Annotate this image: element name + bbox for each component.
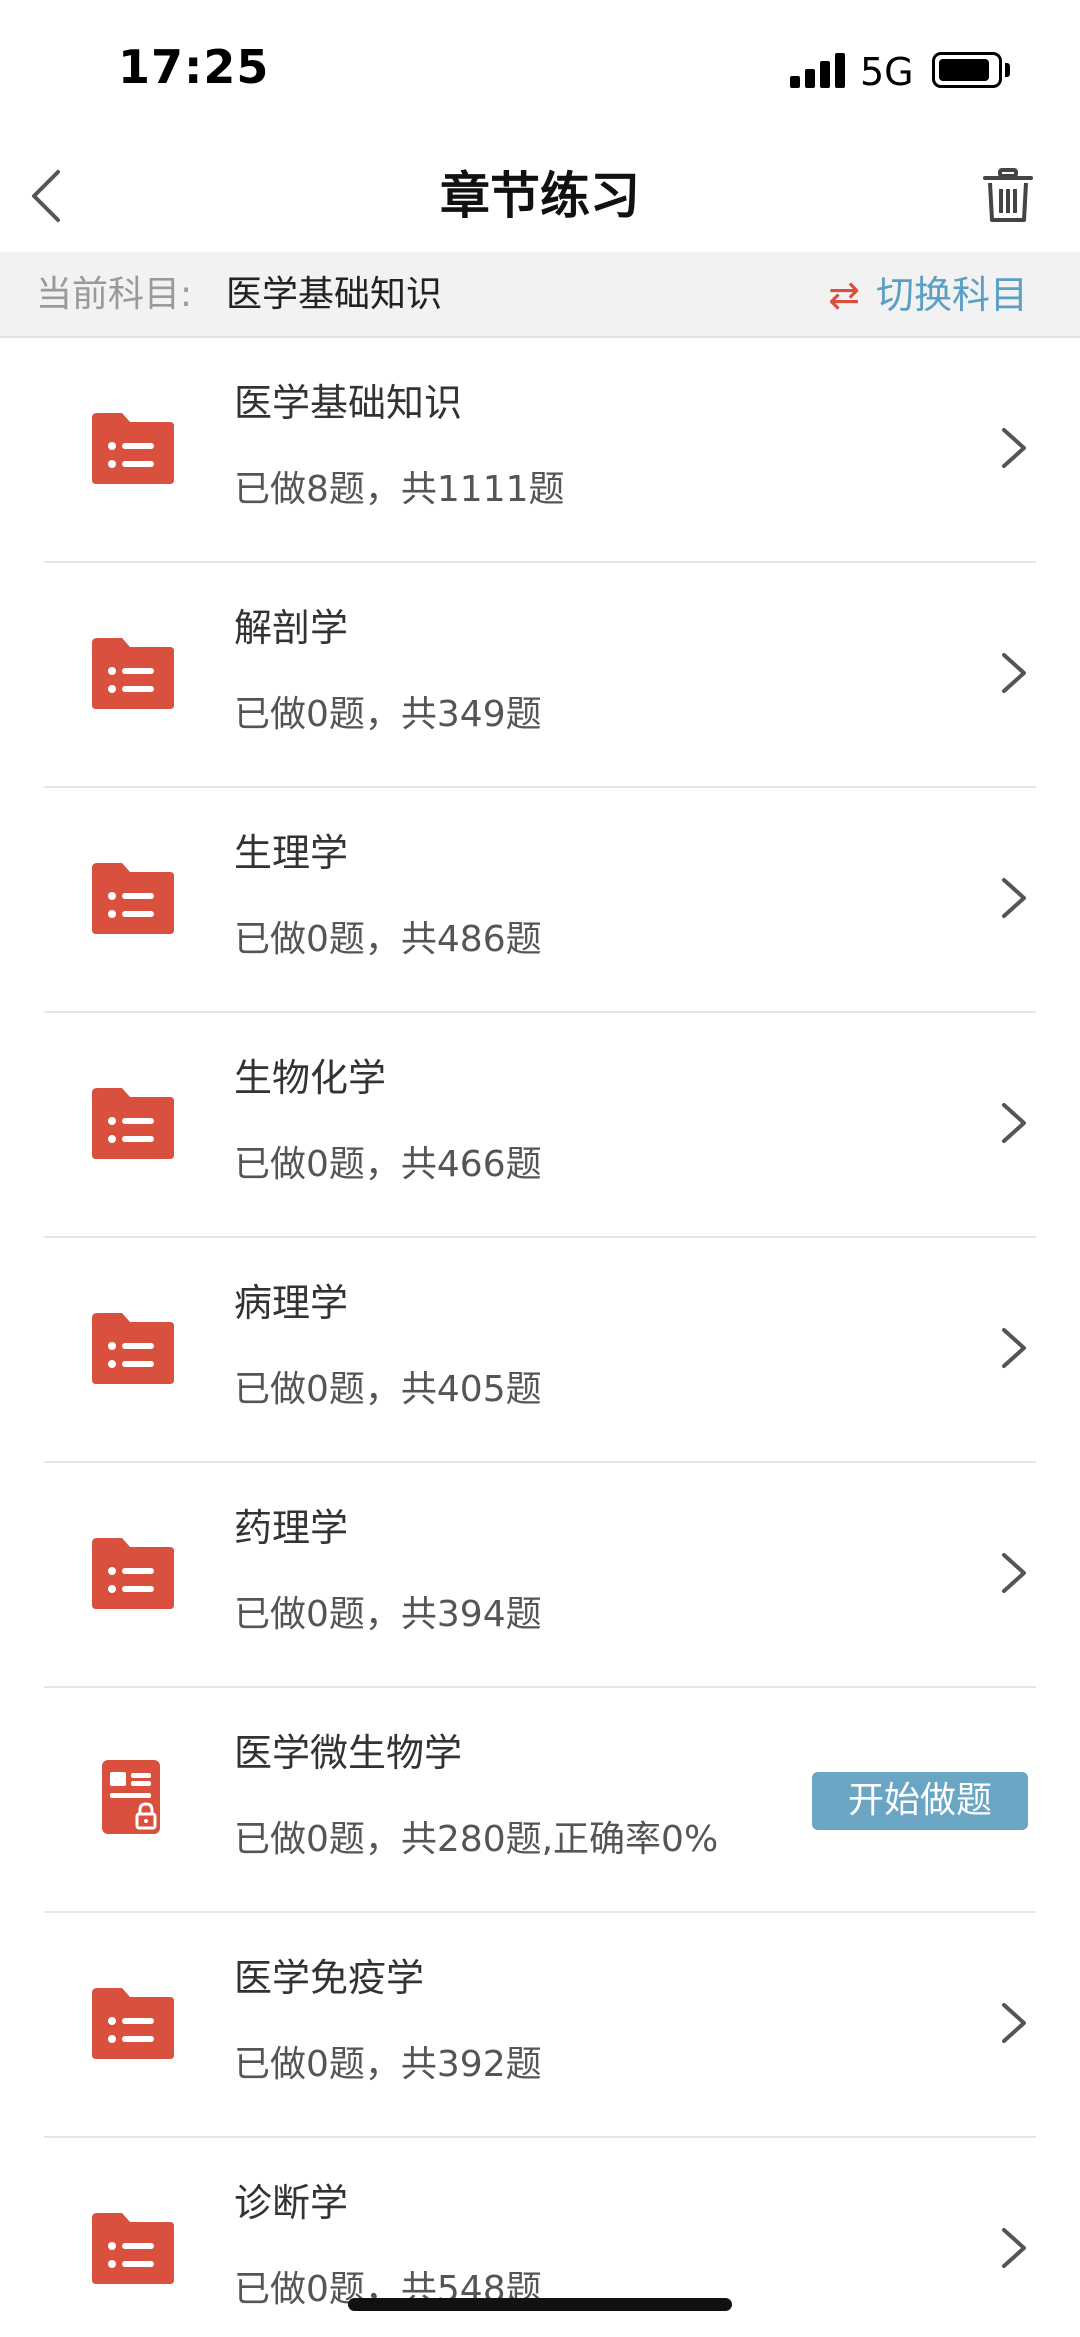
chapter-title: 医学免疫学 — [234, 1956, 425, 2000]
status-time: 17:25 — [118, 40, 270, 94]
folder-list-icon — [92, 1313, 174, 1384]
delete-button[interactable] — [972, 160, 1044, 232]
chapter-stats: 已做0题，共466题 — [234, 1144, 542, 1185]
chapter-row[interactable]: 解剖学 已做0题，共349题 — [0, 563, 1080, 788]
subject-bar: 当前科目: 医学基础知识 ⇄ 切换科目 — [0, 252, 1080, 338]
chapter-stats: 已做8题，共1111题 — [234, 469, 565, 510]
start-practice-button[interactable]: 开始做题 — [812, 1772, 1028, 1830]
chapter-row[interactable]: 生物化学 已做0题，共466题 — [0, 1013, 1080, 1238]
chapter-row[interactable]: 医学基础知识 已做8题，共1111题 — [0, 338, 1080, 563]
switch-subject-button[interactable]: ⇄ 切换科目 — [828, 270, 1028, 320]
battery-tip — [1005, 63, 1010, 77]
status-bar: 17:25 5G — [0, 0, 1080, 140]
switch-subject-label: 切换科目 — [875, 273, 1028, 317]
nav-bar: 章节练习 — [0, 140, 1080, 252]
chapter-row[interactable]: 药理学 已做0题，共394题 — [0, 1463, 1080, 1688]
folder-list-icon — [92, 638, 174, 709]
trash-icon — [983, 168, 1033, 222]
chevron-right-icon — [1002, 1553, 1026, 1593]
chevron-right-icon — [1002, 2228, 1026, 2268]
chapter-row[interactable]: 病理学 已做0题，共405题 — [0, 1238, 1080, 1463]
folder-list-icon — [92, 1088, 174, 1159]
chapter-stats: 已做0题，共394题 — [234, 1594, 542, 1635]
folder-list-icon — [92, 413, 174, 484]
network-label: 5G — [860, 50, 914, 94]
chevron-right-icon — [1002, 878, 1026, 918]
app-screen: 17:25 5G 章节练习 当前科目: 医学基础知识 ⇄ 切换科目 医学基础知识… — [0, 0, 1080, 2337]
chapter-title: 生物化学 — [234, 1056, 387, 1100]
folder-list-icon — [92, 863, 174, 934]
subject-label: 当前科目: — [36, 274, 193, 315]
chapter-title: 药理学 — [234, 1506, 349, 1550]
chevron-right-icon — [1002, 1103, 1026, 1143]
swap-arrows-icon: ⇄ — [828, 273, 860, 317]
chapter-stats: 已做0题，共280题,正确率0% — [234, 1819, 719, 1860]
chapter-row[interactable]: 医学免疫学 已做0题，共392题 — [0, 1913, 1080, 2138]
chapter-stats: 已做0题，共392题 — [234, 2044, 542, 2085]
chapter-title: 解剖学 — [234, 606, 349, 650]
signal-icon — [790, 52, 846, 88]
chapter-list: 医学基础知识 已做8题，共1111题 解剖学 已做0题，共349题 生理学 已做… — [0, 338, 1080, 2337]
chapter-stats: 已做0题，共486题 — [234, 919, 542, 960]
chapter-title: 诊断学 — [234, 2181, 349, 2225]
chapter-row[interactable]: 医学微生物学 已做0题，共280题,正确率0% 开始做题 — [0, 1688, 1080, 1913]
folder-list-icon — [92, 2213, 174, 2284]
chapter-title: 病理学 — [234, 1281, 349, 1325]
chevron-right-icon — [1002, 428, 1026, 468]
battery-icon — [932, 52, 1002, 88]
chapter-row[interactable]: 生理学 已做0题，共486题 — [0, 788, 1080, 1013]
chevron-right-icon — [1002, 1328, 1026, 1368]
chevron-right-icon — [1002, 2003, 1026, 2043]
locked-paper-icon — [102, 1760, 160, 1834]
subject-name: 医学基础知识 — [226, 274, 443, 315]
chapter-stats: 已做0题，共405题 — [234, 1369, 542, 1410]
folder-list-icon — [92, 1538, 174, 1609]
chapter-title: 生理学 — [234, 831, 349, 875]
chapter-stats: 已做0题，共349题 — [234, 694, 542, 735]
home-indicator[interactable] — [348, 2298, 732, 2311]
chevron-right-icon — [1002, 653, 1026, 693]
folder-list-icon — [92, 1988, 174, 2059]
chapter-title: 医学微生物学 — [234, 1731, 463, 1775]
chapter-title: 医学基础知识 — [234, 381, 463, 425]
page-title: 章节练习 — [440, 167, 640, 225]
